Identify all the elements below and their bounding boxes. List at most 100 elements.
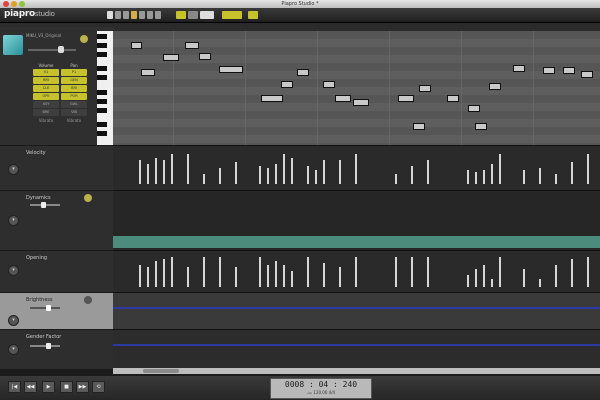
opening-bar[interactable] — [523, 269, 525, 287]
loop-icon[interactable]: ⟲ — [92, 381, 105, 393]
note[interactable] — [163, 54, 179, 61]
brightness-graph[interactable] — [113, 292, 600, 329]
opening-bar[interactable] — [491, 279, 493, 287]
black-key[interactable] — [97, 122, 107, 127]
velocity-bar[interactable] — [339, 160, 341, 184]
brightness-level-line[interactable] — [113, 307, 600, 309]
opening-bar[interactable] — [339, 267, 341, 287]
note[interactable] — [543, 67, 555, 74]
velocity-bar[interactable] — [467, 170, 469, 184]
black-key[interactable] — [97, 131, 107, 136]
velocity-bar[interactable] — [155, 158, 157, 184]
black-key[interactable] — [97, 99, 107, 104]
draw-tool-icon[interactable] — [123, 11, 129, 19]
note[interactable] — [141, 69, 155, 76]
avatar-icon[interactable] — [3, 35, 23, 55]
rewind-to-start-icon[interactable]: |◀ — [8, 381, 21, 393]
brightness-power-icon[interactable] — [84, 296, 92, 304]
black-key[interactable] — [97, 52, 107, 57]
note[interactable] — [468, 105, 480, 112]
note[interactable] — [131, 42, 142, 49]
opening-bar[interactable] — [139, 265, 141, 287]
black-key[interactable] — [97, 108, 107, 113]
opening-bar[interactable] — [355, 257, 357, 287]
vp-parameter-button[interactable]: P1 — [61, 68, 87, 76]
track-volume-knob[interactable] — [58, 46, 64, 53]
velocity-bar[interactable] — [571, 162, 573, 184]
velocity-bar[interactable] — [523, 170, 525, 184]
note[interactable] — [297, 69, 309, 76]
opening-bar[interactable] — [203, 257, 205, 287]
gender-factor-graph[interactable] — [113, 329, 600, 369]
expand-icon[interactable]: ▾ — [8, 265, 19, 276]
velocity-bar[interactable] — [171, 154, 173, 184]
stop-icon[interactable]: ■ — [60, 381, 73, 393]
rewind-icon[interactable]: ◀◀ — [24, 381, 37, 393]
velocity-bar[interactable] — [355, 154, 357, 184]
brightness-slider[interactable] — [30, 307, 60, 309]
velocity-bar[interactable] — [427, 160, 429, 184]
velocity-bar[interactable] — [219, 168, 221, 184]
opening-bar[interactable] — [267, 265, 269, 287]
velocity-bar[interactable] — [267, 168, 269, 184]
vp-footer-label[interactable]: Vibrato — [32, 118, 60, 123]
note[interactable] — [513, 65, 525, 72]
line-tool-icon[interactable] — [139, 11, 145, 19]
black-key[interactable] — [97, 75, 107, 80]
opening-bar[interactable] — [155, 261, 157, 287]
opening-bar[interactable] — [235, 267, 237, 287]
opening-bar[interactable] — [187, 267, 189, 287]
note[interactable] — [447, 95, 459, 102]
note[interactable] — [413, 123, 425, 130]
note[interactable] — [475, 123, 487, 130]
velocity-bar[interactable] — [139, 160, 141, 184]
velocity-bar[interactable] — [283, 154, 285, 184]
dynamics-slider-knob[interactable] — [41, 202, 46, 208]
opening-bar[interactable] — [539, 279, 541, 287]
opening-bar[interactable] — [555, 265, 557, 287]
note[interactable] — [199, 53, 211, 60]
horizontal-scroll-thumb[interactable] — [143, 369, 179, 373]
mute-tool-icon[interactable] — [155, 11, 161, 19]
grid-select[interactable] — [200, 11, 214, 19]
velocity-bar[interactable] — [187, 154, 189, 184]
velocity-bar[interactable] — [539, 168, 541, 184]
velocity-bar[interactable] — [307, 166, 309, 184]
velocity-bar[interactable] — [587, 154, 589, 184]
opening-bar[interactable] — [323, 263, 325, 287]
param-row-gender-factor[interactable]: Gender Factor ▾ — [0, 329, 113, 369]
velocity-bar[interactable] — [259, 166, 261, 184]
opening-bar[interactable] — [483, 265, 485, 287]
velocity-bar[interactable] — [291, 158, 293, 184]
velocity-bar[interactable] — [147, 164, 149, 184]
vp-parameter-button[interactable]: V1 — [33, 68, 59, 76]
pointer-tool-icon[interactable] — [107, 11, 113, 19]
brightness-slider-knob[interactable] — [46, 305, 51, 311]
opening-graph[interactable] — [113, 250, 600, 292]
velocity-bar[interactable] — [475, 172, 477, 184]
vp-parameter-button[interactable]: VIB — [61, 108, 87, 116]
horizontal-scrollbar[interactable] — [113, 368, 600, 374]
eraser-tool-icon[interactable] — [147, 11, 153, 19]
black-key[interactable] — [97, 90, 107, 95]
param-row-dynamics[interactable]: Dynamics ▾ — [0, 190, 113, 250]
piano-keyboard[interactable] — [97, 31, 113, 145]
piano-roll[interactable] — [113, 31, 600, 145]
note[interactable] — [489, 83, 501, 90]
velocity-bar[interactable] — [275, 164, 277, 184]
opening-bar[interactable] — [395, 257, 397, 287]
note[interactable] — [185, 42, 199, 49]
vp-footer-label[interactable]: Vibrato — [60, 118, 88, 123]
track-power-icon[interactable] — [80, 35, 88, 43]
param-row-velocity[interactable]: Velocity ▾ — [0, 145, 113, 190]
opening-bar[interactable] — [219, 257, 221, 287]
velocity-bar[interactable] — [491, 164, 493, 184]
note[interactable] — [219, 66, 243, 73]
param-row-opening[interactable]: Opening ▾ — [0, 250, 113, 292]
gender-factor-slider-knob[interactable] — [46, 343, 51, 349]
vp-parameter-button[interactable]: BRE — [33, 108, 59, 116]
velocity-bar[interactable] — [483, 170, 485, 184]
note[interactable] — [281, 81, 293, 88]
opening-bar[interactable] — [259, 257, 261, 287]
velocity-bar[interactable] — [555, 174, 557, 184]
